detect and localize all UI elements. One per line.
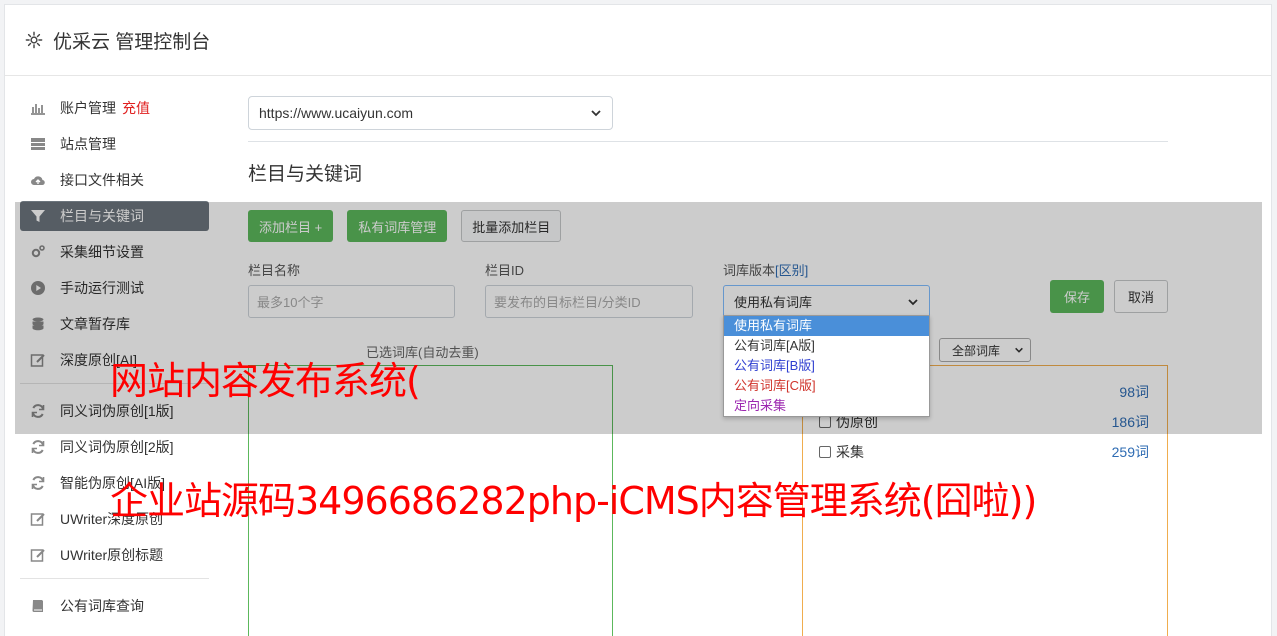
bar-chart-icon (31, 104, 45, 115)
toolbar: 添加栏目 + 私有词库管理 批量添加栏目 (248, 210, 562, 242)
refresh-icon (31, 476, 45, 490)
sidebar-item-public-lib-query[interactable]: 公有词库查询 (20, 591, 209, 621)
lib-version-label-text: 词库版本 (723, 263, 776, 278)
chevron-down-icon (591, 110, 601, 117)
section-title: 栏目与关键词 (248, 164, 363, 185)
cogs-icon (31, 245, 45, 258)
chevron-down-icon (908, 298, 918, 305)
sidebar-item-columns-keywords[interactable]: 栏目与关键词 (20, 201, 209, 231)
sidebar-item-label: UWriter原创标题 (60, 547, 164, 563)
checkbox[interactable] (819, 416, 831, 428)
list-item[interactable]: 采集 259词 (819, 442, 1149, 462)
server-icon (31, 138, 45, 150)
sidebar-item-label: 站点管理 (60, 136, 116, 152)
column-name-label: 栏目名称 (248, 263, 301, 278)
all-libs-value: 全部词库 (952, 343, 1001, 358)
sidebar-item-label: 文章暂存库 (60, 316, 130, 332)
lib-count: 98词 (1119, 384, 1149, 400)
sidebar-item-label: 公有词库查询 (60, 598, 144, 614)
play-circle-icon (31, 281, 45, 295)
sidebar-item-article-store[interactable]: 文章暂存库 (20, 309, 209, 339)
all-libs-select[interactable]: 全部词库 (939, 338, 1031, 362)
column-name-group: 栏目名称 最多10个字 (248, 260, 455, 318)
column-id-label: 栏目ID (485, 263, 525, 278)
column-name-input[interactable]: 最多10个字 (248, 285, 455, 318)
sidebar-item-synonym-v2[interactable]: 同义词伪原创[2版] (20, 432, 209, 462)
refresh-icon (31, 404, 45, 418)
batch-add-button[interactable]: 批量添加栏目 (461, 210, 562, 242)
sidebar-item-uwriter-title[interactable]: UWriter原创标题 (20, 540, 209, 570)
sidebar-item-sites[interactable]: 站点管理 (20, 129, 209, 159)
dropdown-option-public-c[interactable]: 公有词库[C版] (724, 376, 929, 396)
lib-version-group: 词库版本[区别] 使用私有词库 (723, 260, 930, 318)
gear-icon (25, 31, 43, 49)
sidebar-item-label: 手动运行测试 (60, 280, 144, 296)
sidebar-item-label: 同义词伪原创[2版] (60, 439, 174, 455)
app-header: 优采云 管理控制台 (5, 5, 1271, 76)
edit-icon (30, 513, 45, 526)
chevron-down-icon (1015, 347, 1023, 353)
diff-link[interactable]: [区别] (775, 263, 808, 278)
edit-icon (30, 549, 45, 562)
dropdown-option-private[interactable]: 使用私有词库 (724, 316, 929, 336)
sidebar-item-label: 采集细节设置 (60, 244, 144, 260)
lib-version-label: 词库版本[区别] (723, 260, 930, 279)
cancel-button[interactable]: 取消 (1114, 280, 1168, 313)
lib-version-select[interactable]: 使用私有词库 (723, 285, 930, 318)
sidebar-item-label: 接口文件相关 (60, 172, 144, 188)
dropdown-option-public-a[interactable]: 公有词库[A版] (724, 336, 929, 356)
lib-version-value: 使用私有词库 (734, 295, 813, 310)
database-icon (32, 317, 44, 331)
site-select[interactable]: https://www.ucaiyun.com (248, 96, 613, 130)
filter-icon (31, 210, 45, 222)
dropdown-option-public-b[interactable]: 公有词库[B版] (724, 356, 929, 376)
private-lib-button[interactable]: 私有词库管理 (347, 210, 448, 242)
main-content: https://www.ucaiyun.com 栏目与关键词 添加栏目 + 私有… (244, 96, 1168, 636)
checkbox[interactable] (819, 446, 831, 458)
sidebar-item-label: 账户管理 (60, 100, 116, 116)
lib-count: 186词 (1111, 414, 1149, 430)
sidebar-item-api-files[interactable]: 接口文件相关 (20, 165, 209, 195)
sidebar-item-label: 栏目与关键词 (60, 208, 144, 224)
watermark-line-2: 企业站源码3496686282php-iCMS内容管理系统(囧啦)) (110, 479, 1037, 523)
lib-version-dropdown: 使用私有词库 公有词库[A版] 公有词库[B版] 公有词库[C版] 定向采集 (723, 315, 930, 417)
book-icon (32, 600, 43, 612)
dropdown-option-targeted[interactable]: 定向采集 (724, 396, 929, 416)
refresh-icon (31, 440, 45, 454)
lib-count: 259词 (1111, 444, 1149, 460)
save-button[interactable]: 保存 (1050, 280, 1104, 313)
sidebar-item-collect-settings[interactable]: 采集细节设置 (20, 237, 209, 267)
column-id-group: 栏目ID 要发布的目标栏目/分类ID (485, 260, 693, 318)
divider (248, 141, 1168, 142)
column-id-input[interactable]: 要发布的目标栏目/分类ID (485, 285, 693, 318)
sidebar-item-manual-run[interactable]: 手动运行测试 (20, 273, 209, 303)
watermark-line-1: 网站内容发布系统( (110, 359, 421, 403)
site-select-value: https://www.ucaiyun.com (259, 105, 414, 121)
lib-name: 采集 (819, 442, 864, 462)
add-column-button[interactable]: 添加栏目 + (248, 210, 334, 242)
sidebar-divider (20, 578, 209, 579)
edit-icon (30, 354, 45, 367)
recharge-link[interactable]: 充值 (122, 98, 150, 118)
app-title: 优采云 管理控制台 (53, 31, 211, 53)
lib-name-text: 采集 (836, 444, 864, 460)
cloud-upload-icon (31, 176, 45, 186)
sidebar-item-account[interactable]: 账户管理 充值 (20, 93, 209, 123)
